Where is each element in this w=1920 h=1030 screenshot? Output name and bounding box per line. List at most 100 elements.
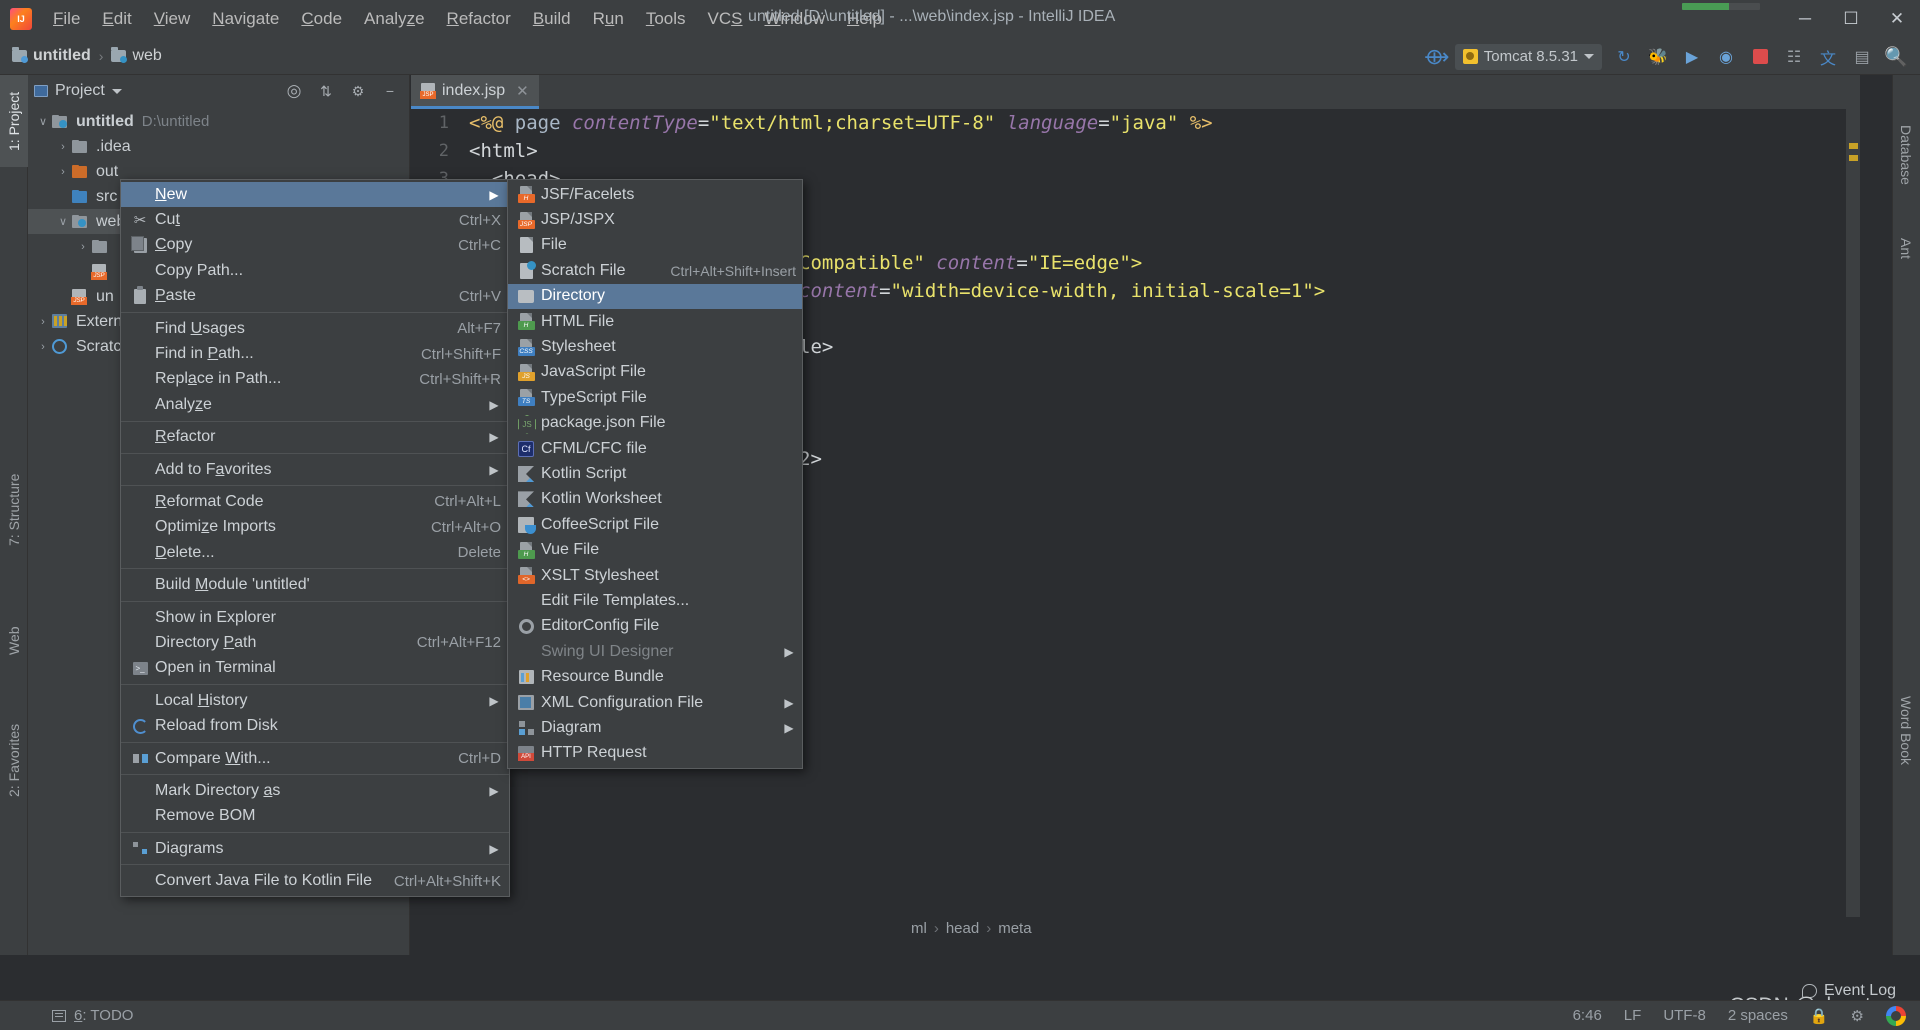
submenu-item-package-json-file[interactable]: package.json File bbox=[508, 411, 802, 436]
tree-node-idea[interactable]: › .idea bbox=[28, 134, 409, 159]
sidebar-item-word-book[interactable]: Word Book bbox=[1892, 675, 1920, 785]
chevron-right-icon[interactable]: › bbox=[34, 341, 52, 353]
submenu-item-kotlin-script[interactable]: Kotlin Script bbox=[508, 461, 802, 486]
menu-analyze[interactable]: Analyze bbox=[353, 6, 436, 32]
google-icon[interactable] bbox=[1886, 1005, 1906, 1026]
submenu-item-html-file[interactable]: H HTML File bbox=[508, 309, 802, 334]
chevron-right-icon[interactable]: › bbox=[34, 316, 52, 328]
submenu-item-scratch-file[interactable]: Scratch File Ctrl+Alt+Shift+Insert bbox=[508, 258, 802, 283]
context-menu-item-find-in-path[interactable]: Find in Path... Ctrl+Shift+F bbox=[121, 341, 509, 366]
run-with-coverage-icon[interactable]: ▶ bbox=[1676, 42, 1708, 72]
menu-build[interactable]: Build bbox=[522, 6, 582, 32]
locate-icon[interactable]: ◎ bbox=[281, 79, 307, 103]
context-menu-item-cut[interactable]: ✂ Cut Ctrl+X bbox=[121, 207, 509, 232]
maximize-button[interactable]: ☐ bbox=[1828, 0, 1874, 38]
submenu-item-jsf-facelets[interactable]: H JSF/Facelets bbox=[508, 182, 802, 207]
run-configuration-selector[interactable]: Tomcat 8.5.31 bbox=[1454, 43, 1602, 70]
line-separator[interactable]: LF bbox=[1624, 1007, 1642, 1024]
chevron-down-icon[interactable] bbox=[111, 88, 122, 94]
close-button[interactable]: ✕ bbox=[1874, 0, 1920, 38]
settings-icon[interactable]: ⚙ bbox=[345, 79, 371, 103]
submenu-item-directory[interactable]: Directory bbox=[508, 283, 802, 309]
inspection-icon[interactable]: ⚙ bbox=[1851, 1007, 1864, 1025]
context-menu-item-analyze[interactable]: Analyze ▶ bbox=[121, 392, 509, 417]
breadcrumb-item[interactable]: ml bbox=[911, 920, 927, 937]
context-menu-item-reload-from-disk[interactable]: Reload from Disk bbox=[121, 713, 509, 738]
context-menu-item-reformat-code[interactable]: Reformat Code Ctrl+Alt+L bbox=[121, 489, 509, 514]
menu-code[interactable]: Code bbox=[290, 6, 353, 32]
stop-icon[interactable] bbox=[1744, 42, 1776, 72]
context-menu-item-paste[interactable]: Paste Ctrl+V bbox=[121, 284, 509, 309]
context-menu-item-directory-path[interactable]: Directory Path Ctrl+Alt+F12 bbox=[121, 630, 509, 655]
indent-setting[interactable]: 2 spaces bbox=[1728, 1007, 1788, 1024]
submenu-item-javascript-file[interactable]: JS JavaScript File bbox=[508, 360, 802, 385]
marker-bar[interactable] bbox=[1846, 109, 1860, 917]
submenu-item-swing-ui-designer[interactable]: Swing UI Designer ▶ bbox=[508, 639, 802, 664]
hammer-icon[interactable]: ⟴ bbox=[1421, 42, 1453, 72]
menu-vcs[interactable]: VCS bbox=[697, 6, 754, 32]
submenu-item-typescript-file[interactable]: TS TypeScript File bbox=[508, 385, 802, 410]
context-menu-item-remove-bom[interactable]: Remove BOM bbox=[121, 804, 509, 829]
breadcrumb-item[interactable]: meta bbox=[998, 920, 1031, 937]
submenu-item-vue-file[interactable]: H Vue File bbox=[508, 537, 802, 562]
collapse-all-icon[interactable]: ⇅ bbox=[313, 79, 339, 103]
context-menu-item-optimize-imports[interactable]: Optimize Imports Ctrl+Alt+O bbox=[121, 515, 509, 540]
menu-navigate[interactable]: Navigate bbox=[201, 6, 290, 32]
submenu-item-edit-file-templates[interactable]: Edit File Templates... bbox=[508, 588, 802, 613]
submenu-item-xslt-stylesheet[interactable]: <> XSLT Stylesheet bbox=[508, 563, 802, 588]
menu-run[interactable]: Run bbox=[582, 6, 635, 32]
context-menu-item-refactor[interactable]: Refactor ▶ bbox=[121, 425, 509, 450]
submenu-item-diagram[interactable]: Diagram ▶ bbox=[508, 715, 802, 740]
submenu-item-stylesheet[interactable]: CSS Stylesheet bbox=[508, 334, 802, 359]
chevron-down-icon[interactable]: ∨ bbox=[54, 215, 72, 228]
breadcrumb-item-untitled[interactable]: untitled bbox=[6, 45, 97, 67]
submenu-item-coffeescript-file[interactable]: CoffeeScript File bbox=[508, 512, 802, 537]
chevron-down-icon[interactable]: ∨ bbox=[34, 115, 52, 128]
submenu-item-http-request[interactable]: HTTP Request bbox=[508, 741, 802, 766]
minimize-button[interactable]: ─ bbox=[1782, 0, 1828, 38]
context-menu-item-local-history[interactable]: Local History ▶ bbox=[121, 688, 509, 713]
breadcrumb-item-web[interactable]: web bbox=[105, 45, 167, 67]
context-menu-item-add-to-favorites[interactable]: Add to Favorites ▶ bbox=[121, 457, 509, 482]
menu-file[interactable]: File bbox=[42, 6, 91, 32]
sidebar-item-structure[interactable]: 7: Structure bbox=[0, 455, 28, 565]
context-menu-item-convert-java-to-kotlin[interactable]: Convert Java File to Kotlin File Ctrl+Al… bbox=[121, 868, 509, 893]
rerun-icon[interactable]: ↻ bbox=[1608, 42, 1640, 72]
submenu-item-xml-configuration-file[interactable]: XML Configuration File ▶ bbox=[508, 690, 802, 715]
submenu-item-editorconfig-file[interactable]: EditorConfig File bbox=[508, 614, 802, 639]
context-menu-item-copy-path[interactable]: Copy Path... bbox=[121, 258, 509, 283]
app-servers-icon[interactable]: ☷ bbox=[1778, 42, 1810, 72]
menu-refactor[interactable]: Refactor bbox=[436, 6, 522, 32]
translate-icon[interactable]: 文 bbox=[1812, 42, 1844, 72]
context-menu-item-mark-directory-as[interactable]: Mark Directory as ▶ bbox=[121, 778, 509, 803]
todo-label[interactable]: 6: TODO bbox=[74, 1007, 133, 1024]
submenu-item-jsp-jspx[interactable]: JSP JSP/JSPX bbox=[508, 207, 802, 232]
context-menu-item-find-usages[interactable]: Find Usages Alt+F7 bbox=[121, 316, 509, 341]
sidebar-item-ant[interactable]: Ant bbox=[1892, 225, 1920, 273]
chevron-right-icon[interactable]: › bbox=[54, 166, 72, 178]
chevron-right-icon[interactable]: › bbox=[54, 141, 72, 153]
caret-position[interactable]: 6:46 bbox=[1573, 1007, 1602, 1024]
search-icon[interactable]: 🔍 bbox=[1880, 42, 1912, 72]
debug-icon[interactable]: 🐝 bbox=[1642, 42, 1674, 72]
marker-warning[interactable] bbox=[1849, 155, 1858, 161]
hide-icon[interactable]: − bbox=[377, 79, 403, 103]
context-menu-item-build-module[interactable]: Build Module 'untitled' bbox=[121, 572, 509, 597]
lock-icon[interactable]: 🔒 bbox=[1810, 1007, 1829, 1025]
layout-icon[interactable]: ▤ bbox=[1846, 42, 1878, 72]
file-encoding[interactable]: UTF-8 bbox=[1663, 1007, 1706, 1024]
marker-warning[interactable] bbox=[1849, 143, 1858, 149]
chevron-right-icon[interactable]: › bbox=[74, 241, 92, 253]
close-icon[interactable]: ✕ bbox=[516, 82, 529, 100]
tree-node-untitled[interactable]: ∨ untitled D:\untitled bbox=[28, 109, 409, 134]
profile-icon[interactable]: ◉ bbox=[1710, 42, 1742, 72]
menu-view[interactable]: View bbox=[143, 6, 202, 32]
context-menu-item-open-in-terminal[interactable]: >_ Open in Terminal bbox=[121, 656, 509, 681]
sidebar-item-database[interactable]: Database bbox=[1892, 107, 1920, 203]
context-menu-item-diagrams[interactable]: Diagrams ▶ bbox=[121, 836, 509, 861]
context-menu-item-delete[interactable]: Delete... Delete bbox=[121, 540, 509, 565]
submenu-item-file[interactable]: File bbox=[508, 233, 802, 258]
sidebar-item-web[interactable]: Web bbox=[0, 605, 28, 677]
sidebar-item-project[interactable]: 1: Project bbox=[0, 75, 28, 167]
menu-edit[interactable]: Edit bbox=[91, 6, 142, 32]
